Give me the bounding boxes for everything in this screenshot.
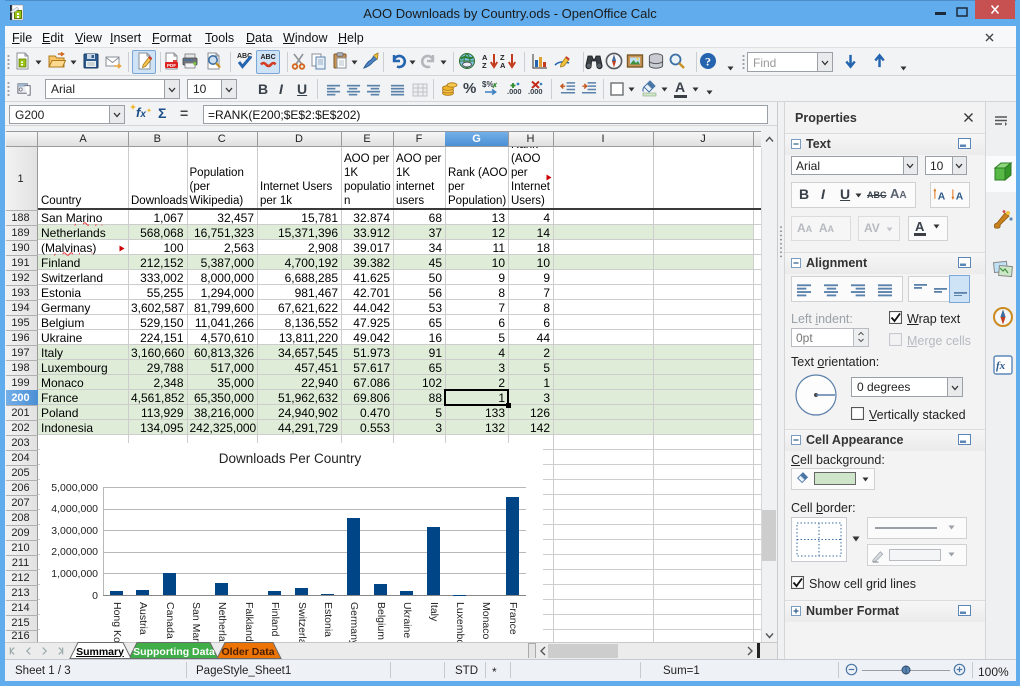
svg-text:.000: .000 [528,87,543,96]
svg-text:A: A [500,61,506,70]
svg-text:ABC: ABC [261,54,276,61]
svg-text:?: ? [705,54,711,68]
svg-text:.000: .000 [507,87,522,96]
svg-text:A: A [938,192,946,203]
svg-text:✗: ✗ [492,82,498,90]
svg-text:PDF: PDF [167,63,176,68]
svg-text:A: A [956,192,964,203]
svg-text:Z: Z [482,61,487,70]
svg-text:fx: fx [996,360,1006,372]
